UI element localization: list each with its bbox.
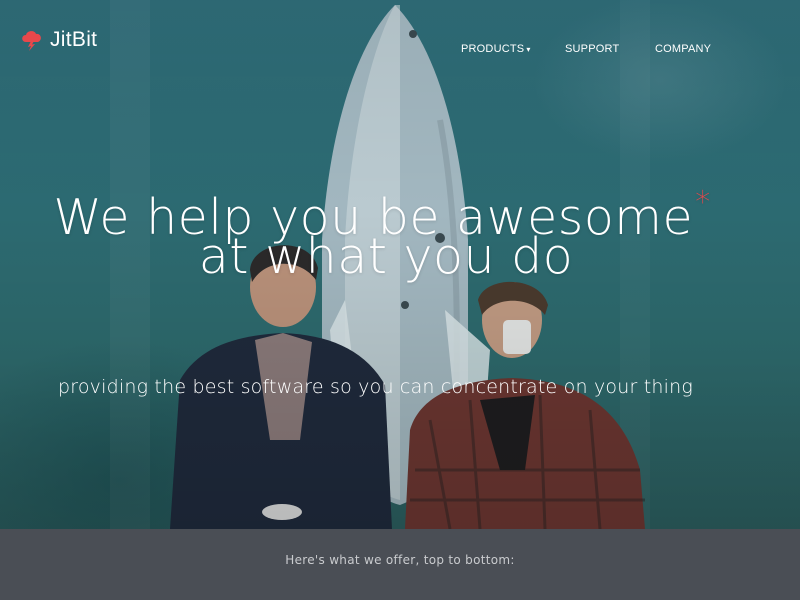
nav-products-label: PRODUCTS [461,43,525,55]
nav-support[interactable]: SUPPORT [565,43,619,55]
hero-tagline: providing the best software so you can c… [58,376,693,398]
headline-asterisk: * [695,185,711,220]
brand-name: JitBit [50,28,98,51]
offer-text: Here's what we offer, top to bottom: [285,553,515,567]
nav-products[interactable]: PRODUCTS ▾ [461,43,531,55]
brand-logo[interactable]: JitBit [20,28,97,52]
nav-company[interactable]: COMPANY [655,43,711,55]
headline-line-2: at what you do [198,228,574,285]
offer-bar: Here's what we offer, top to bottom: [0,529,800,600]
cloud-bolt-icon [22,31,41,51]
hero-banner: JitBit PRODUCTS ▾ SUPPORT COMPANY We help… [0,0,800,529]
chevron-down-icon: ▾ [526,45,531,54]
